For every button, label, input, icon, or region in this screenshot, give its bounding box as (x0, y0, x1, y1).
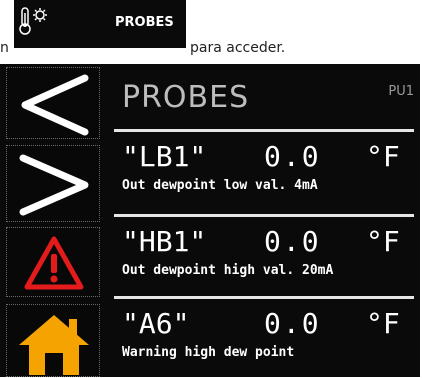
probe-value: 0.0 (264, 307, 321, 340)
row-separator (114, 296, 414, 299)
probes-panel: PROBES PU1 "LB1" 0.0 °F Out dewpoint low… (110, 64, 420, 377)
probes-menu-button[interactable]: PROBES (14, 0, 186, 48)
caption-suffix: para acceder. (190, 40, 286, 56)
navigation-column (0, 64, 104, 377)
probe-name: "A6" (122, 307, 190, 340)
previous-button[interactable] (6, 67, 100, 139)
next-button[interactable] (6, 145, 100, 222)
probe-value: 0.0 (264, 225, 321, 258)
probes-button-label: PROBES (115, 15, 174, 30)
probe-row-hb1[interactable]: "HB1" 0.0 °F Out dewpoint high val. 20mA (110, 219, 420, 289)
probe-value: 0.0 (264, 140, 321, 173)
page-title: PROBES (122, 80, 250, 115)
home-icon (19, 315, 89, 375)
probe-unit: °F (366, 225, 400, 258)
column-divider (104, 64, 108, 377)
probe-unit: °F (366, 307, 400, 340)
caption-prefix: n (0, 40, 9, 56)
controller-screen: PROBES PU1 "LB1" 0.0 °F Out dewpoint low… (0, 64, 420, 377)
thermometer-gear-icon (18, 5, 52, 35)
probe-unit: °F (366, 140, 400, 173)
page-id: PU1 (388, 84, 414, 99)
instruction-caption: n PROBES para acceder. (0, 0, 423, 62)
probe-description: Out dewpoint low val. 4mA (122, 178, 318, 193)
alarm-button[interactable] (6, 227, 100, 297)
chevron-right-icon (19, 154, 89, 216)
probe-row-a6[interactable]: "A6" 0.0 °F Warning high dew point (110, 301, 420, 371)
warning-icon (24, 236, 84, 290)
probe-name: "HB1" (122, 225, 207, 258)
probe-description: Warning high dew point (122, 345, 295, 360)
chevron-left-icon (21, 74, 89, 136)
row-separator (114, 129, 414, 132)
home-button[interactable] (6, 304, 100, 377)
row-separator (114, 214, 414, 217)
probe-row-lb1[interactable]: "LB1" 0.0 °F Out dewpoint low val. 4mA (110, 134, 420, 204)
probe-description: Out dewpoint high val. 20mA (122, 263, 334, 278)
probe-name: "LB1" (122, 140, 207, 173)
